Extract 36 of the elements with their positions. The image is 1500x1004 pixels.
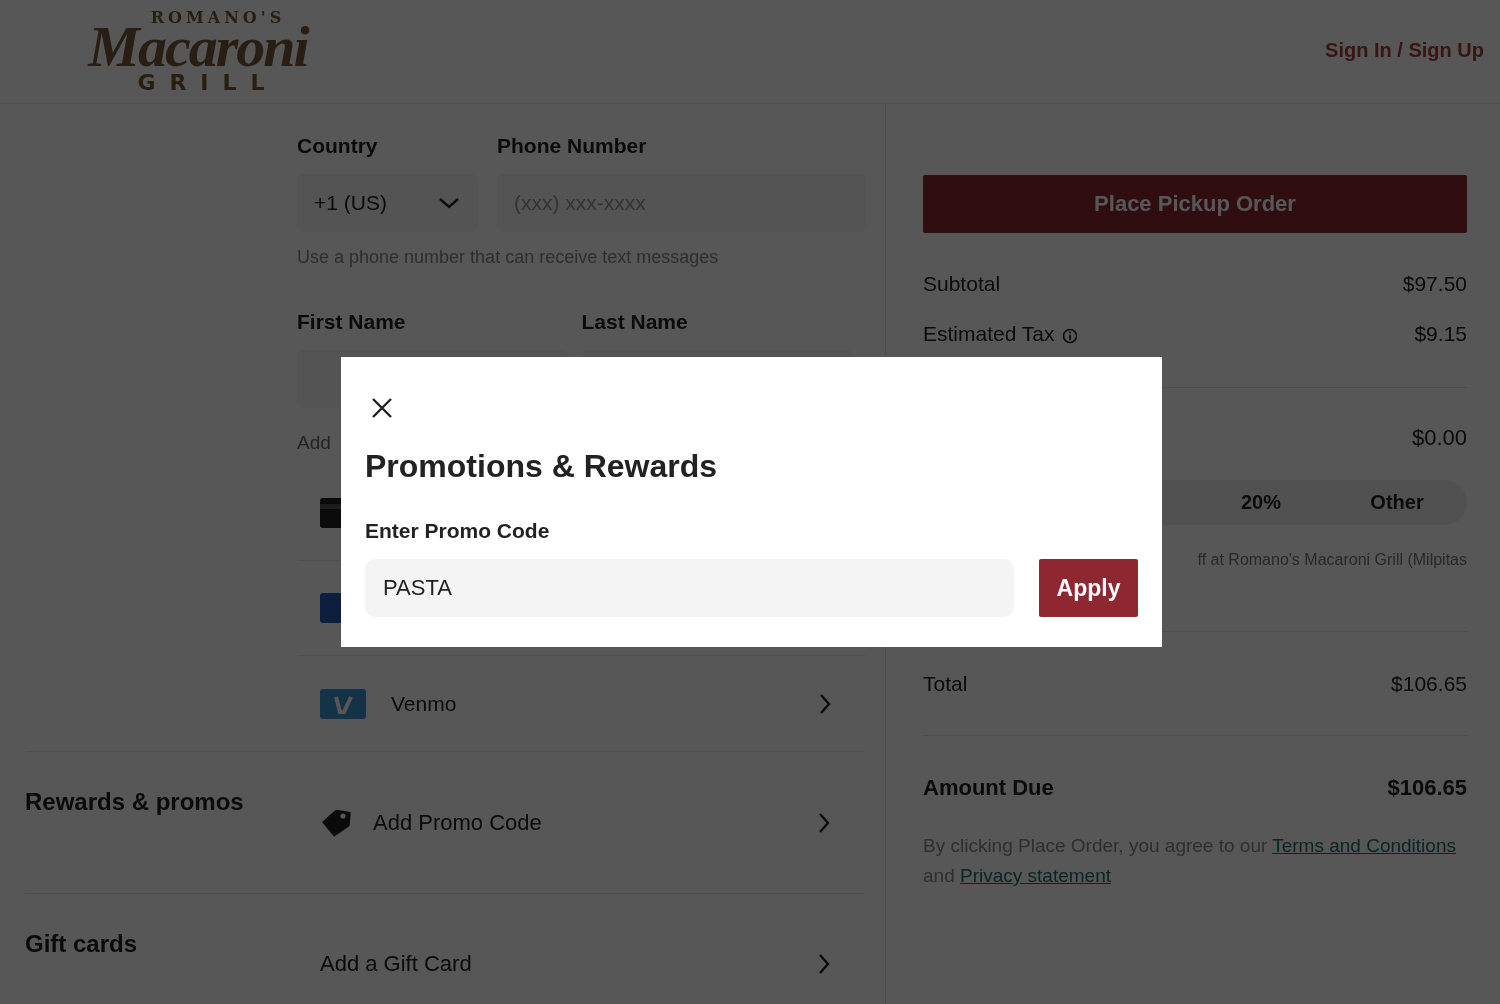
info-icon [1061, 327, 1078, 344]
field-label: Enter Promo Code [365, 519, 551, 543]
chevron-right-icon [818, 812, 830, 834]
chevron-down-icon [438, 197, 460, 209]
close-icon [371, 397, 393, 419]
summary-label: Estimated Tax [923, 322, 1055, 346]
privacy-link[interactable]: Privacy statement [960, 865, 1111, 886]
summary-value: $9.15 [1414, 322, 1467, 346]
terms-link[interactable]: Terms and Conditions [1272, 835, 1456, 856]
chevron-right-icon [818, 953, 830, 975]
summary-value: $106.65 [1391, 671, 1467, 696]
summary-label: Subtotal [923, 272, 1001, 296]
section-title: Rewards & promos [25, 787, 245, 817]
summary-label: Amount Due [923, 775, 1054, 801]
chevron-right-icon [819, 692, 831, 715]
section-action-row[interactable]: Add a Gift Card [320, 944, 864, 984]
section-action-row[interactable]: Add Promo Code [320, 803, 864, 843]
payment-method-row[interactable]: Venmo [297, 656, 865, 751]
field-label: First Name [297, 310, 407, 334]
summary-label: Total [923, 671, 968, 696]
place-order-button[interactable]: Place Pickup Order [923, 175, 1467, 233]
field-label: Last Name [581, 310, 689, 334]
summary-value: $106.65 [1387, 775, 1467, 801]
section-title: Gift cards [25, 929, 139, 959]
field-label: Phone Number [497, 134, 648, 158]
sign-in-link[interactable]: Sign In / Sign Up [1325, 39, 1484, 62]
summary-value: $97.50 [1402, 272, 1467, 296]
tag-icon [320, 808, 352, 838]
summary-value: $0.00 [1411, 425, 1467, 451]
apply-button[interactable]: Apply [1039, 559, 1138, 617]
dialog-title: Promotions & Rewards [365, 448, 719, 485]
tip-option[interactable]: Other [1329, 480, 1465, 525]
payment-logo-icon [320, 688, 366, 719]
promo-code-input[interactable]: PASTA [365, 559, 1014, 617]
field-label: Country [297, 134, 379, 158]
tip-option[interactable]: 20% [1193, 480, 1329, 525]
